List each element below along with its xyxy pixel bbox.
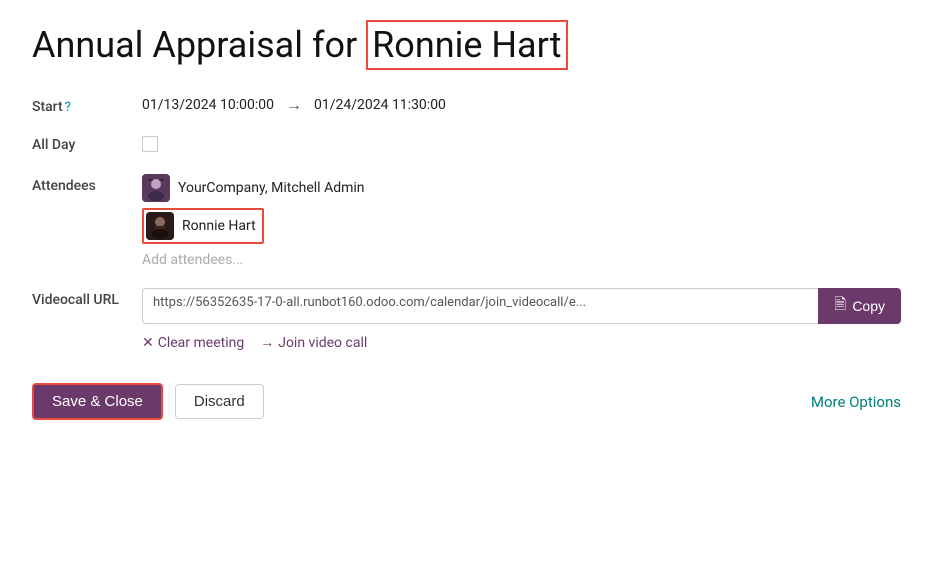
attendees-row: Attendees YourCompany, Mitchell Admin <box>32 174 901 270</box>
save-close-button[interactable]: Save & Close <box>32 383 163 420</box>
date-arrow: → <box>286 95 302 115</box>
attendee-name: YourCompany, Mitchell Admin <box>178 180 365 196</box>
join-videocall-button[interactable]: → Join video call <box>260 334 367 351</box>
page-title: Annual Appraisal for Ronnie Hart <box>32 24 901 67</box>
list-item[interactable]: Ronnie Hart <box>142 208 264 244</box>
start-label: Start? <box>32 95 142 115</box>
avatar <box>146 212 174 240</box>
videocall-actions: ✕ Clear meeting → Join video call <box>142 334 901 351</box>
videocall-label: Videocall URL <box>32 288 142 308</box>
copy-icon: 🗎 <box>834 294 846 319</box>
copy-button-label: Copy <box>852 298 885 314</box>
discard-button[interactable]: Discard <box>175 384 264 419</box>
videocall-row: Videocall URL https://56352635-17-0-all.… <box>32 288 901 351</box>
videocall-input-row: https://56352635-17-0-all.runbot160.odoo… <box>142 288 901 324</box>
avatar <box>142 174 170 202</box>
start-content: 01/13/2024 10:00:00 → 01/24/2024 11:30:0… <box>142 95 901 115</box>
attendees-list: YourCompany, Mitchell Admin Ronnie Hart <box>142 174 901 244</box>
attendees-content: YourCompany, Mitchell Admin Ronnie Hart … <box>142 174 901 270</box>
all-day-content <box>142 133 901 156</box>
start-help[interactable]: ? <box>65 100 71 115</box>
attendees-label: Attendees <box>32 174 142 194</box>
join-arrow-icon: → <box>260 334 274 351</box>
videocall-content: https://56352635-17-0-all.runbot160.odoo… <box>142 288 901 351</box>
start-date-from[interactable]: 01/13/2024 10:00:00 <box>142 97 274 113</box>
videocall-url-input[interactable]: https://56352635-17-0-all.runbot160.odoo… <box>142 288 818 324</box>
clear-meeting-icon: ✕ <box>142 335 154 351</box>
copy-button[interactable]: 🗎 Copy <box>818 288 901 324</box>
attendee-name: Ronnie Hart <box>182 218 256 234</box>
all-day-row: All Day <box>32 133 901 156</box>
footer-row: Save & Close Discard More Options <box>32 383 901 420</box>
start-row: Start? 01/13/2024 10:00:00 → 01/24/2024 … <box>32 95 901 115</box>
start-date-to[interactable]: 01/24/2024 11:30:00 <box>314 97 446 113</box>
clear-meeting-label: Clear meeting <box>158 335 244 351</box>
list-item[interactable]: YourCompany, Mitchell Admin <box>142 174 901 202</box>
all-day-checkbox[interactable] <box>142 136 158 152</box>
add-attendees-input[interactable]: Add attendees... <box>142 250 901 270</box>
all-day-label: All Day <box>32 133 142 153</box>
title-prefix: Annual Appraisal for <box>32 24 366 66</box>
more-options-button[interactable]: More Options <box>811 393 901 411</box>
clear-meeting-button[interactable]: ✕ Clear meeting <box>142 335 244 351</box>
join-videocall-label: Join video call <box>278 335 367 351</box>
title-highlighted: Ronnie Hart <box>366 20 567 70</box>
